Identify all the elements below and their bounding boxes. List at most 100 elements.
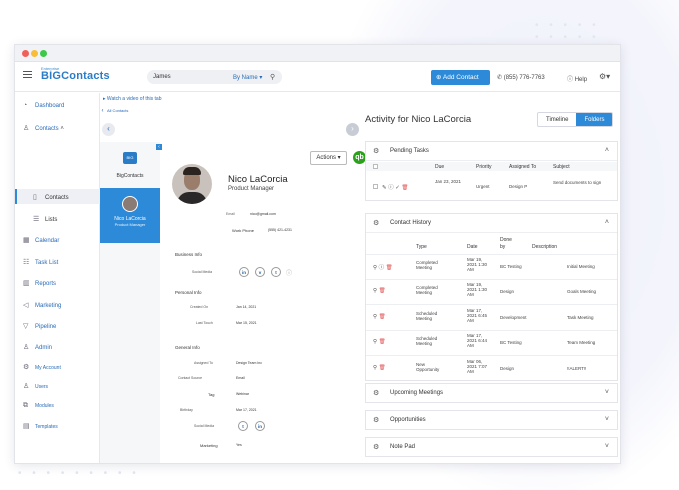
maximize-window-button[interactable] [40,50,47,57]
gear-icon[interactable]: ⚙ [373,147,379,155]
linkedin-icon[interactable]: in [239,267,249,277]
trash-icon[interactable]: 🗑 [386,265,393,271]
sidebar-item-my-account[interactable]: ⚙ My Account [23,363,61,371]
twitter-icon[interactable]: t [238,421,248,431]
users-icon: ♙ [23,383,30,390]
search-input[interactable]: James [153,74,171,80]
sidebar-item-reports[interactable]: ▥ Reports [23,279,56,287]
tab-folders[interactable]: Folders [576,113,613,126]
history-description[interactable]: Initial Meeting [567,264,595,269]
zoom-icon[interactable]: ⚲ [373,339,377,345]
chevron-up-icon[interactable]: ˄ [605,219,609,226]
top-bar: Enterprise BIGContacts James By Name ▾ ⚲… [15,62,620,92]
task-assigned: Design P [509,184,528,189]
history-description[interactable]: !!ALERT!! [567,366,586,371]
gear-icon[interactable]: ⚙ [373,219,379,227]
search-by-dropdown[interactable]: By Name ▾ [233,74,262,81]
gear-icon[interactable]: ⚙ [373,389,379,397]
edit-icon[interactable]: ✎ [382,185,387,191]
sidebar-item-contacts-sub[interactable]: ▯ Contacts [33,193,69,201]
linkedin-icon[interactable]: in [255,421,265,431]
history-row-actions: ⚲ 🗑 [373,314,386,320]
sidebar-item-admin[interactable]: ♙ Admin [23,343,52,351]
column-description[interactable]: Description [532,244,557,250]
column-date[interactable]: Date [467,244,478,250]
tab-timeline[interactable]: Timeline [538,113,576,126]
info-icon[interactable]: ⓘ [286,268,292,277]
close-window-button[interactable] [22,50,29,57]
select-all-checkbox[interactable] [373,164,378,169]
trash-icon[interactable]: 🗑 [401,185,408,191]
task-subject[interactable]: Send documents to sign [553,180,605,185]
search-icon[interactable]: ⚲ [270,73,275,81]
minimize-window-button[interactable] [31,50,38,57]
trash-icon[interactable]: 🗑 [379,339,386,345]
chevron-down-icon[interactable]: ˅ [605,443,609,450]
hamburger-menu-icon[interactable] [23,71,32,80]
zoom-icon[interactable]: ⚲ [373,365,377,371]
opportunities-panel[interactable]: ⚙ Opportunities ˅ [365,410,618,430]
upcoming-meetings-panel[interactable]: ⚙ Upcoming Meetings ˅ [365,383,618,403]
collapse-sidebar-icon[interactable]: ‹ [99,108,106,115]
chevron-up-icon[interactable]: ˄ [605,147,609,154]
actions-dropdown[interactable]: Actions ▾ [310,151,347,165]
task-checkbox[interactable] [373,184,378,189]
watch-video-link[interactable]: ▸ Watch a video of this tab [103,96,161,102]
add-contact-button[interactable]: ⊕ Add Contact [431,70,490,85]
history-description[interactable]: Team Meeting [567,340,595,345]
zoom-icon[interactable]: ⚲ [373,288,377,294]
vimeo-icon[interactable]: v [255,267,265,277]
pending-tasks-header[interactable]: ⚙ Pending Tasks ˄ [366,142,617,161]
search-bar[interactable]: James By Name ▾ ⚲ [147,70,282,84]
sidebar-item-marketing[interactable]: ◁ Marketing [23,301,61,309]
history-description[interactable]: Task Meeting [567,315,594,320]
work-phone-value[interactable]: (555) 421-4231 [268,228,292,232]
selected-contact-card[interactable]: Nico LaCorcia Product Manager [100,188,160,243]
complete-icon[interactable]: ✓ [395,185,400,191]
trash-icon[interactable]: 🗑 [379,314,386,320]
all-contacts-link[interactable]: All Contacts [107,108,128,113]
column-assigned-to[interactable]: Assigned To [509,164,536,170]
sidebar-item-task-list[interactable]: ☷ Task List [23,258,58,266]
history-description[interactable]: Goals Meeting [567,289,596,294]
zoom-icon[interactable]: ⚲ [373,314,377,320]
sidebar-item-lists[interactable]: ☰ Lists [33,215,57,223]
app-logo[interactable]: BIGContacts [41,70,110,82]
twitter-icon[interactable]: t [271,267,281,277]
phone-link[interactable]: ✆ (855) 776-7763 [497,74,545,81]
contact-history-panel: ⚙ Contact History ˄ Type Date Done by De… [365,213,618,381]
contact-history-header[interactable]: ⚙ Contact History ˄ [366,214,617,233]
trash-icon[interactable]: 🗑 [379,365,386,371]
sidebar-item-calendar[interactable]: ▦ Calendar [23,236,59,244]
note-pad-panel[interactable]: ⚙ Note Pad ˅ [365,437,618,457]
gear-icon[interactable]: ⚙ [373,443,379,451]
business-info-heading: Business Info [175,252,203,257]
note-pad-title: Note Pad [390,444,416,450]
history-type: Completed Meeting [416,285,438,295]
sidebar-item-modules[interactable]: ⧉ Modules [23,402,54,410]
column-due[interactable]: Due [435,164,444,170]
column-done-by[interactable]: Done by [500,237,514,251]
next-contact-button[interactable]: › [346,123,359,136]
column-type[interactable]: Type [416,244,427,250]
column-subject[interactable]: Subject [553,164,570,170]
info-icon[interactable]: ⓘ [379,265,385,271]
sidebar-item-dashboard[interactable]: ◔ Dashboard [23,102,64,109]
sidebar-item-users[interactable]: ♙ Users [23,382,48,390]
previous-contact-button[interactable]: ‹ [102,123,115,136]
sidebar-item-templates[interactable]: ▤ Templates [23,422,58,430]
settings-gear-icon[interactable]: ⚙▾ [599,72,610,81]
chevron-down-icon[interactable]: ˅ [605,416,609,423]
chevron-down-icon[interactable]: ˅ [605,389,609,396]
gear-icon[interactable]: ⚙ [373,416,379,424]
company-name[interactable]: BigContacts [100,173,160,179]
info-icon[interactable]: ⓘ [388,185,394,191]
sidebar-item-pipeline[interactable]: ▽ Pipeline [23,322,56,330]
zoom-icon[interactable]: ⚲ [373,265,377,271]
trash-icon[interactable]: 🗑 [379,288,386,294]
column-priority[interactable]: Priority [476,164,492,170]
history-done-by: Design [500,366,515,371]
email-value[interactable]: nico@gmail.com [250,212,276,216]
sidebar-item-contacts[interactable]: ♙ Contacts ˄ [23,124,64,132]
help-link[interactable]: ⓘ Help [567,74,587,83]
